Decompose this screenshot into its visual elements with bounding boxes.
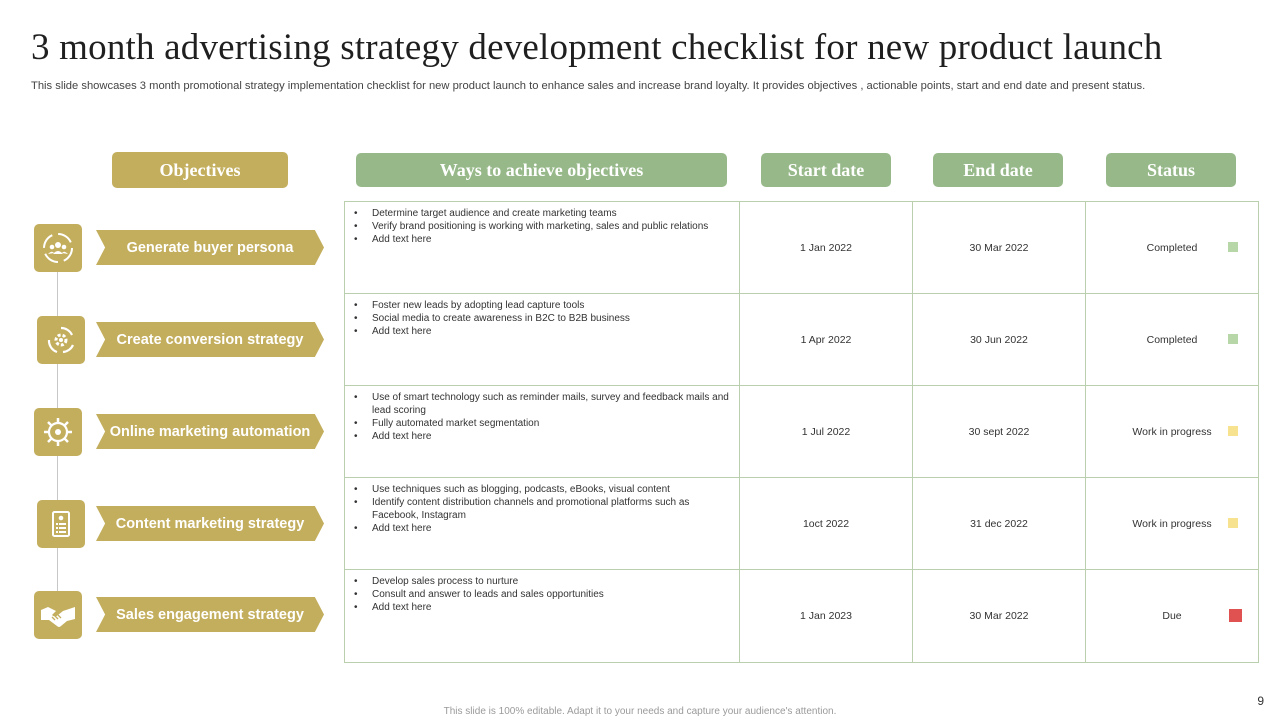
end-date: 30 Mar 2022 bbox=[969, 242, 1029, 254]
list-item: Foster new leads by adopting lead captur… bbox=[353, 299, 731, 312]
start-date: 1 Jan 2022 bbox=[800, 242, 852, 254]
ways-cell: Foster new leads by adopting lead captur… bbox=[345, 294, 740, 385]
checklist-table: Determine target audience and create mar… bbox=[344, 201, 1259, 663]
users-circle-icon bbox=[34, 224, 82, 272]
status-indicator bbox=[1228, 426, 1238, 436]
document-list-icon bbox=[37, 500, 85, 548]
list-item: Develop sales process to nurture bbox=[353, 575, 731, 588]
objective-label: Generate buyer persona bbox=[96, 230, 324, 265]
objective-item: Sales engagement strategy bbox=[34, 591, 329, 641]
list-item: Add text here bbox=[353, 325, 731, 338]
ways-cell: Use of smart technology such as reminder… bbox=[345, 386, 740, 477]
list-item: Add text here bbox=[353, 233, 731, 246]
list-item: Fully automated market segmentation bbox=[353, 417, 731, 430]
status-indicator bbox=[1228, 334, 1238, 344]
start-date: 1 Apr 2022 bbox=[800, 334, 852, 346]
header-ways: Ways to achieve objectives bbox=[356, 153, 727, 187]
header-end-date: End date bbox=[933, 153, 1063, 187]
page-subtitle: This slide showcases 3 month promotional… bbox=[31, 80, 1146, 92]
header-status: Status bbox=[1106, 153, 1236, 187]
objective-label: Create conversion strategy bbox=[96, 322, 324, 357]
end-date: 31 dec 2022 bbox=[970, 518, 1028, 530]
end-date: 30 sept 2022 bbox=[968, 426, 1030, 438]
objective-label: Sales engagement strategy bbox=[96, 597, 324, 632]
objective-item: Content marketing strategy bbox=[37, 500, 332, 550]
list-item: Use of smart technology such as reminder… bbox=[353, 391, 731, 417]
table-row: Develop sales process to nurture Consult… bbox=[345, 570, 1258, 662]
list-item: Determine target audience and create mar… bbox=[353, 207, 731, 220]
end-date: 30 Mar 2022 bbox=[969, 610, 1029, 622]
list-item: Identify content distribution channels a… bbox=[353, 496, 731, 522]
cycle-gear-icon bbox=[37, 316, 85, 364]
header-objectives: Objectives bbox=[112, 152, 288, 188]
end-date: 30 Jun 2022 bbox=[970, 334, 1028, 346]
header-start-date: Start date bbox=[761, 153, 891, 187]
start-date: 1 Jul 2022 bbox=[801, 426, 851, 438]
ways-cell: Determine target audience and create mar… bbox=[345, 202, 740, 293]
status-indicator bbox=[1228, 518, 1238, 528]
list-item: Add text here bbox=[353, 430, 731, 443]
start-date: 1oct 2022 bbox=[802, 518, 850, 530]
table-row: Foster new leads by adopting lead captur… bbox=[345, 294, 1258, 386]
list-item: Social media to create awareness in B2C … bbox=[353, 312, 731, 325]
list-item: Consult and answer to leads and sales op… bbox=[353, 588, 731, 601]
start-date: 1 Jan 2023 bbox=[800, 610, 852, 622]
handshake-icon bbox=[34, 591, 82, 639]
footer-note: This slide is 100% editable. Adapt it to… bbox=[443, 706, 837, 717]
table-row: Use techniques such as blogging, podcast… bbox=[345, 478, 1258, 570]
objective-item: Online marketing automation bbox=[34, 408, 329, 458]
ways-cell: Develop sales process to nurture Consult… bbox=[345, 570, 740, 662]
status-indicator bbox=[1229, 609, 1242, 622]
objective-label: Online marketing automation bbox=[96, 414, 324, 449]
table-row: Use of smart technology such as reminder… bbox=[345, 386, 1258, 478]
list-item: Add text here bbox=[353, 522, 731, 535]
objective-item: Generate buyer persona bbox=[34, 224, 329, 274]
page-title: 3 month advertising strategy development… bbox=[31, 27, 1163, 68]
objective-item: Create conversion strategy bbox=[37, 316, 332, 366]
status-indicator bbox=[1228, 242, 1238, 252]
table-row: Determine target audience and create mar… bbox=[345, 202, 1258, 294]
list-item: Add text here bbox=[353, 601, 731, 614]
ways-cell: Use techniques such as blogging, podcast… bbox=[345, 478, 740, 569]
objective-label: Content marketing strategy bbox=[96, 506, 324, 541]
list-item: Verify brand positioning is working with… bbox=[353, 220, 731, 233]
automation-gear-icon bbox=[34, 408, 82, 456]
list-item: Use techniques such as blogging, podcast… bbox=[353, 483, 731, 496]
